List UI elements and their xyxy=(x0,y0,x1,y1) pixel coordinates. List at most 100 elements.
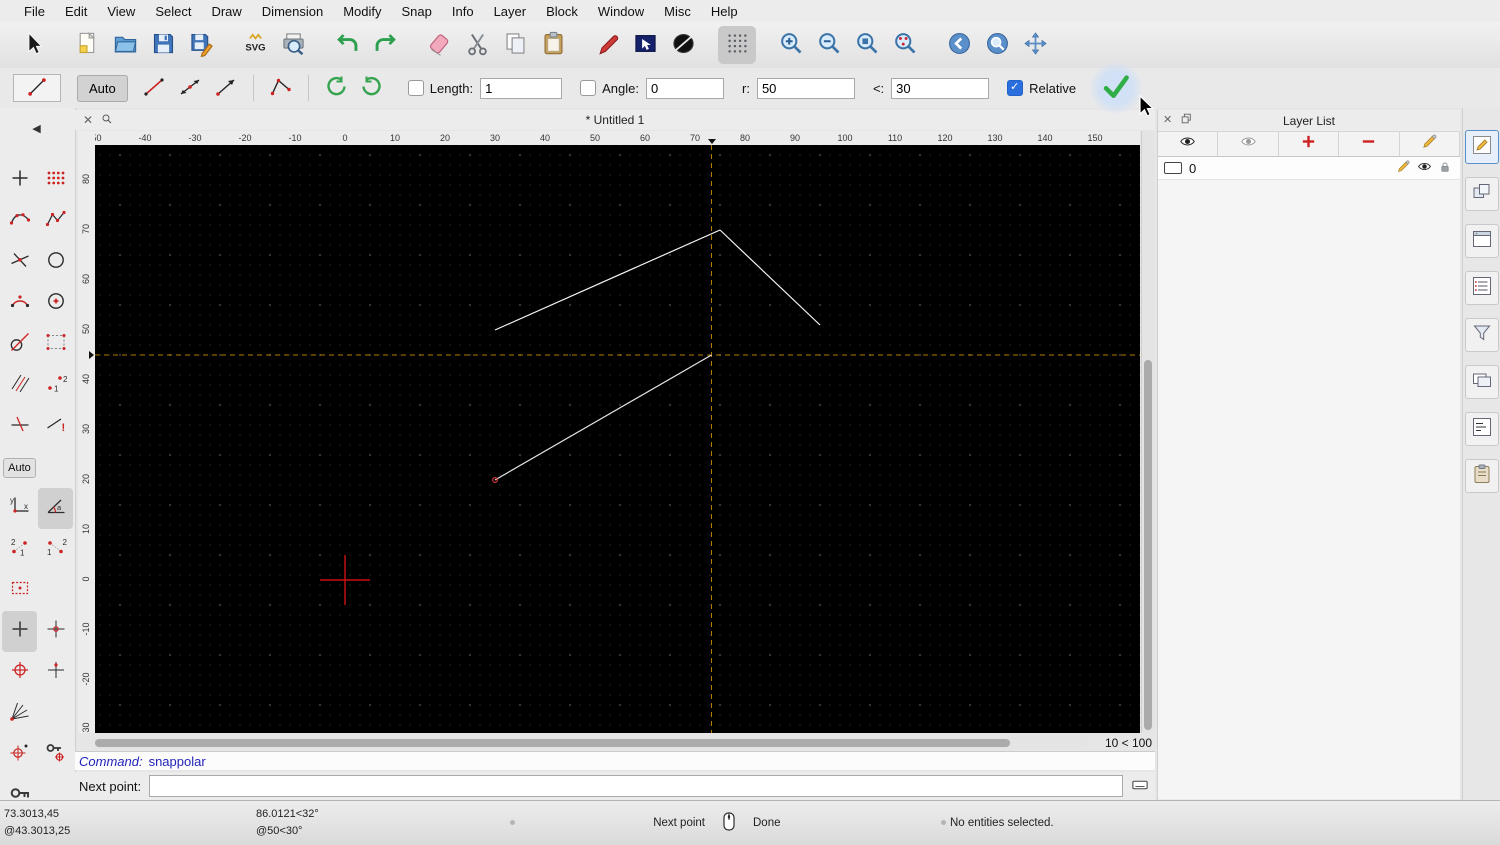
cut-button[interactable] xyxy=(458,26,496,64)
length-checkbox[interactable] xyxy=(407,80,424,96)
panel-float-icon[interactable] xyxy=(1180,112,1193,128)
collapse-toolbar-button[interactable]: ◀ xyxy=(0,122,73,135)
export-svg-button[interactable]: SVG xyxy=(236,26,274,64)
tool-order-points[interactable]: 12 xyxy=(38,365,73,406)
relative-checkbox[interactable] xyxy=(1007,80,1024,96)
set-relative-zero[interactable] xyxy=(38,734,73,775)
edit-layer-icon[interactable] xyxy=(1396,159,1411,177)
copy-button[interactable] xyxy=(496,26,534,64)
tool-line-angle[interactable] xyxy=(2,242,37,283)
select-window-button[interactable] xyxy=(626,26,664,64)
menu-select[interactable]: Select xyxy=(145,4,201,19)
tool-circle-center[interactable] xyxy=(38,283,73,324)
line-direction-button[interactable] xyxy=(208,73,244,103)
paste-button[interactable] xyxy=(534,26,572,64)
remove-layer-button[interactable] xyxy=(1339,132,1400,156)
add-layer-button[interactable] xyxy=(1278,132,1340,156)
zoom-redraw-button[interactable] xyxy=(940,26,978,64)
snap-angle[interactable]: a xyxy=(38,488,73,529)
tool-divide-line[interactable] xyxy=(2,406,37,447)
menu-edit[interactable]: Edit xyxy=(55,4,97,19)
snap-middle[interactable] xyxy=(38,652,73,693)
menu-window[interactable]: Window xyxy=(588,4,654,19)
zoom-auto-button[interactable] xyxy=(848,26,886,64)
document-zoom-icon[interactable] xyxy=(101,113,113,128)
snap-endpoint[interactable] xyxy=(38,611,73,652)
keyboard-toggle-button[interactable] xyxy=(1131,776,1149,797)
menu-view[interactable]: View xyxy=(97,4,145,19)
toggle-grid-button[interactable] xyxy=(718,26,756,64)
restrict-horizontal[interactable]: 21 xyxy=(2,529,37,570)
command-input[interactable] xyxy=(149,775,1123,797)
tool-draw-point[interactable] xyxy=(2,160,37,201)
snap-auto[interactable]: Auto xyxy=(2,447,37,488)
edit-attributes-button[interactable] xyxy=(588,26,626,64)
polyline-mode-button[interactable] xyxy=(263,73,299,103)
deselect-all-button[interactable] xyxy=(664,26,702,64)
undo-button[interactable] xyxy=(328,26,366,64)
confirm-button[interactable] xyxy=(1098,73,1134,103)
dock-command-widget-toggle[interactable] xyxy=(1464,412,1499,446)
dock-filter-toggle[interactable] xyxy=(1464,318,1499,352)
menu-file[interactable]: File xyxy=(14,4,55,19)
open-file-button[interactable] xyxy=(106,26,144,64)
drawing-canvas[interactable] xyxy=(95,145,1140,733)
print-preview-button[interactable] xyxy=(274,26,312,64)
snap-center[interactable] xyxy=(2,652,37,693)
modify-layer-button[interactable] xyxy=(1399,132,1461,156)
menu-layer[interactable]: Layer xyxy=(484,4,537,19)
line-normal-button[interactable] xyxy=(136,73,172,103)
horizontal-scrollbar[interactable] xyxy=(95,737,1087,749)
toggle-construction-views-button[interactable] xyxy=(1218,132,1279,156)
angle-checkbox[interactable] xyxy=(580,80,597,96)
dock-entity-list-toggle[interactable] xyxy=(1464,271,1499,305)
menu-snap[interactable]: Snap xyxy=(392,4,442,19)
redo-button[interactable] xyxy=(366,26,404,64)
menu-help[interactable]: Help xyxy=(701,4,748,19)
snap-distance[interactable] xyxy=(2,734,37,775)
menu-draw[interactable]: Draw xyxy=(201,4,251,19)
layer-visible-icon[interactable] xyxy=(1417,159,1432,177)
undo-segment-button[interactable] xyxy=(318,73,354,103)
zoom-previous-button[interactable] xyxy=(886,26,924,64)
horizontal-scrollbar-thumb[interactable] xyxy=(95,739,1010,747)
close-document-icon[interactable]: ✕ xyxy=(83,113,93,127)
tool-line-limit[interactable]: ! xyxy=(38,406,73,447)
snap-entity-region[interactable] xyxy=(2,570,37,611)
menu-dimension[interactable]: Dimension xyxy=(252,4,333,19)
layer-row[interactable]: 0 xyxy=(1158,157,1460,180)
tool-circle[interactable] xyxy=(38,242,73,283)
vertical-scrollbar-thumb[interactable] xyxy=(1144,360,1152,730)
menu-modify[interactable]: Modify xyxy=(333,4,391,19)
tool-select-region[interactable] xyxy=(38,324,73,365)
tool-tangent-line[interactable] xyxy=(2,324,37,365)
polar-angle-input[interactable] xyxy=(891,77,990,99)
new-document-button[interactable] xyxy=(68,26,106,64)
redo-segment-button[interactable] xyxy=(354,73,390,103)
select-button[interactable] xyxy=(14,26,52,64)
vertical-scrollbar[interactable] xyxy=(1141,131,1154,733)
tool-hatch[interactable] xyxy=(2,365,37,406)
snap-orthogonal[interactable]: yx xyxy=(2,488,37,529)
layer-lock-icon[interactable] xyxy=(1438,160,1452,177)
delete-entities-button[interactable] xyxy=(420,26,458,64)
radius-input[interactable] xyxy=(756,77,855,99)
save-file-button[interactable] xyxy=(144,26,182,64)
lock-relative-zero[interactable] xyxy=(2,775,37,800)
dock-clipboard-toggle[interactable] xyxy=(1464,459,1499,493)
snap-mode-dropdown[interactable]: Auto xyxy=(77,74,128,102)
zoom-out-button[interactable] xyxy=(810,26,848,64)
dock-library-browser-toggle[interactable] xyxy=(1464,365,1499,399)
zoom-in-button[interactable] xyxy=(772,26,810,64)
tool-arc[interactable] xyxy=(2,283,37,324)
dock-layer-window-toggle[interactable] xyxy=(1464,224,1499,258)
zoom-pan-button[interactable] xyxy=(1016,26,1054,64)
dock-block-list-toggle[interactable] xyxy=(1464,177,1499,211)
menu-misc[interactable]: Misc xyxy=(654,4,701,19)
dock-pen-widget-toggle[interactable] xyxy=(1464,130,1499,164)
restrict-vertical[interactable]: 12 xyxy=(38,529,73,570)
snap-grid[interactable] xyxy=(2,611,37,652)
tool-spline-points[interactable] xyxy=(2,201,37,242)
menu-info[interactable]: Info xyxy=(442,4,484,19)
line-both-directions-button[interactable] xyxy=(172,73,208,103)
